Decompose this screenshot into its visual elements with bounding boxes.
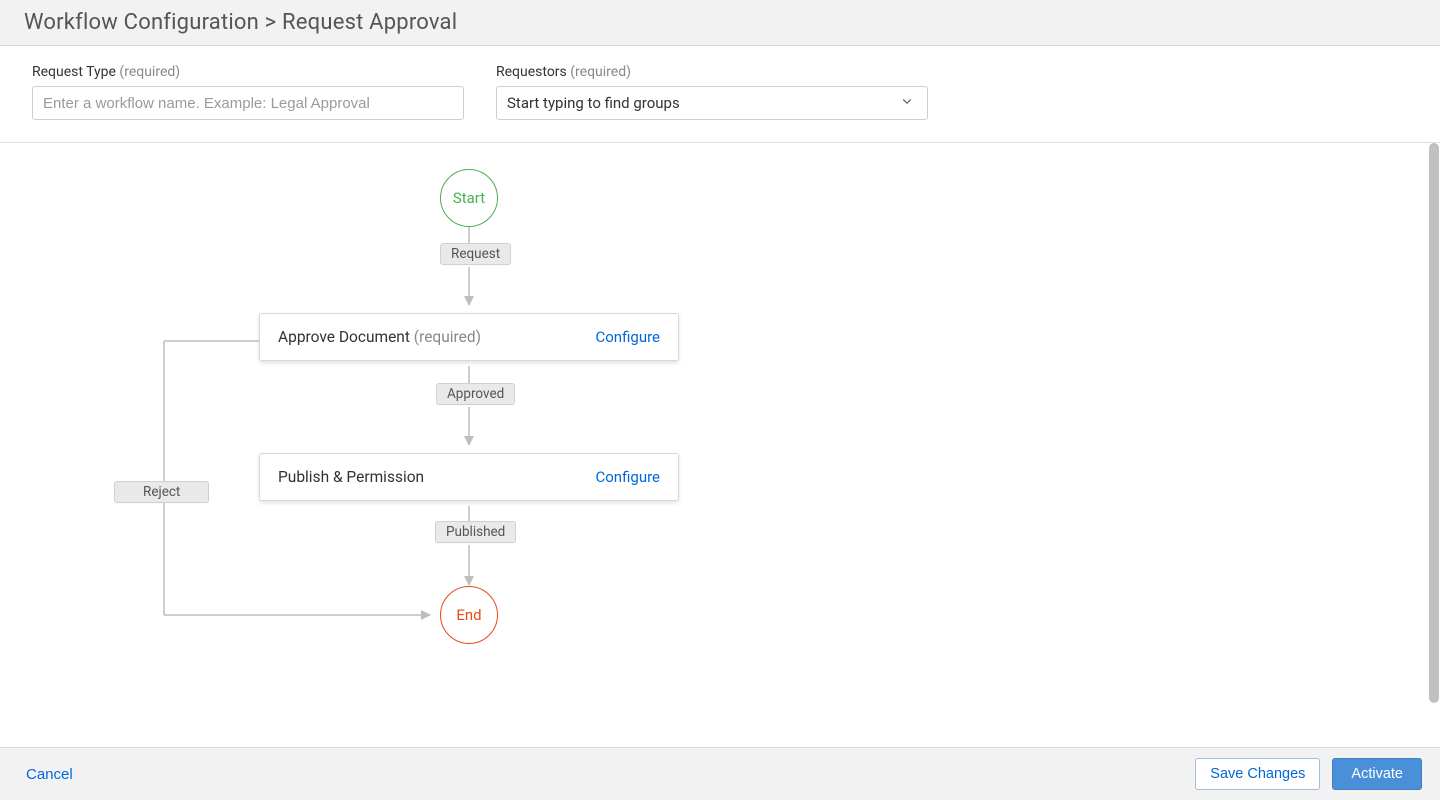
end-node-label: End [456,606,481,624]
requestors-select[interactable]: Start typing to find groups [496,86,928,120]
breadcrumb-sep: > [259,10,282,35]
cancel-button[interactable]: Cancel [18,760,81,789]
activate-button[interactable]: Activate [1332,758,1422,790]
page-header: Workflow Configuration > Request Approva… [0,0,1440,46]
start-node[interactable]: Start [440,169,498,227]
request-type-input[interactable] [32,86,464,120]
request-type-label: Request Type (required) [32,64,464,80]
request-type-required-hint: (required) [119,64,180,80]
footer: Cancel Save Changes Activate [0,747,1440,800]
end-node[interactable]: End [440,586,498,644]
breadcrumb-parent: Workflow Configuration [24,10,259,35]
requestors-required-hint: (required) [570,64,631,80]
step-approve-document[interactable]: Approve Document (required) Configure [259,313,679,361]
edge-label-request: Request [440,243,511,265]
step-approve-required-hint: (required) [414,328,481,346]
requestors-placeholder: Start typing to find groups [507,94,680,112]
edge-label-reject: Reject [114,481,209,503]
step-publish-title: Publish & Permission [278,468,424,486]
step-approve-title-text: Approve Document [278,328,410,346]
requestors-label: Requestors (required) [496,64,928,80]
breadcrumb-current: Request Approval [282,10,457,35]
start-node-label: Start [453,189,485,207]
edge-label-published: Published [435,521,516,543]
step-approve-title: Approve Document (required) [278,328,481,346]
request-type-field: Request Type (required) [32,64,464,120]
requestors-label-text: Requestors [496,64,567,80]
edge-label-approved: Approved [436,383,515,405]
workflow-canvas[interactable]: Start Request Approve Document (required… [0,143,1440,747]
form-section: Request Type (required) Requestors (requ… [0,46,1440,143]
save-changes-button[interactable]: Save Changes [1195,758,1320,790]
step-publish-permission[interactable]: Publish & Permission Configure [259,453,679,501]
request-type-label-text: Request Type [32,64,116,80]
configure-publish-link[interactable]: Configure [595,468,660,486]
connectors-layer [0,143,1440,747]
breadcrumb: Workflow Configuration > Request Approva… [24,10,1416,35]
requestors-field: Requestors (required) Start typing to fi… [496,64,928,120]
configure-approve-link[interactable]: Configure [595,328,660,346]
step-publish-title-text: Publish & Permission [278,468,424,486]
scrollbar-thumb[interactable] [1429,143,1439,703]
